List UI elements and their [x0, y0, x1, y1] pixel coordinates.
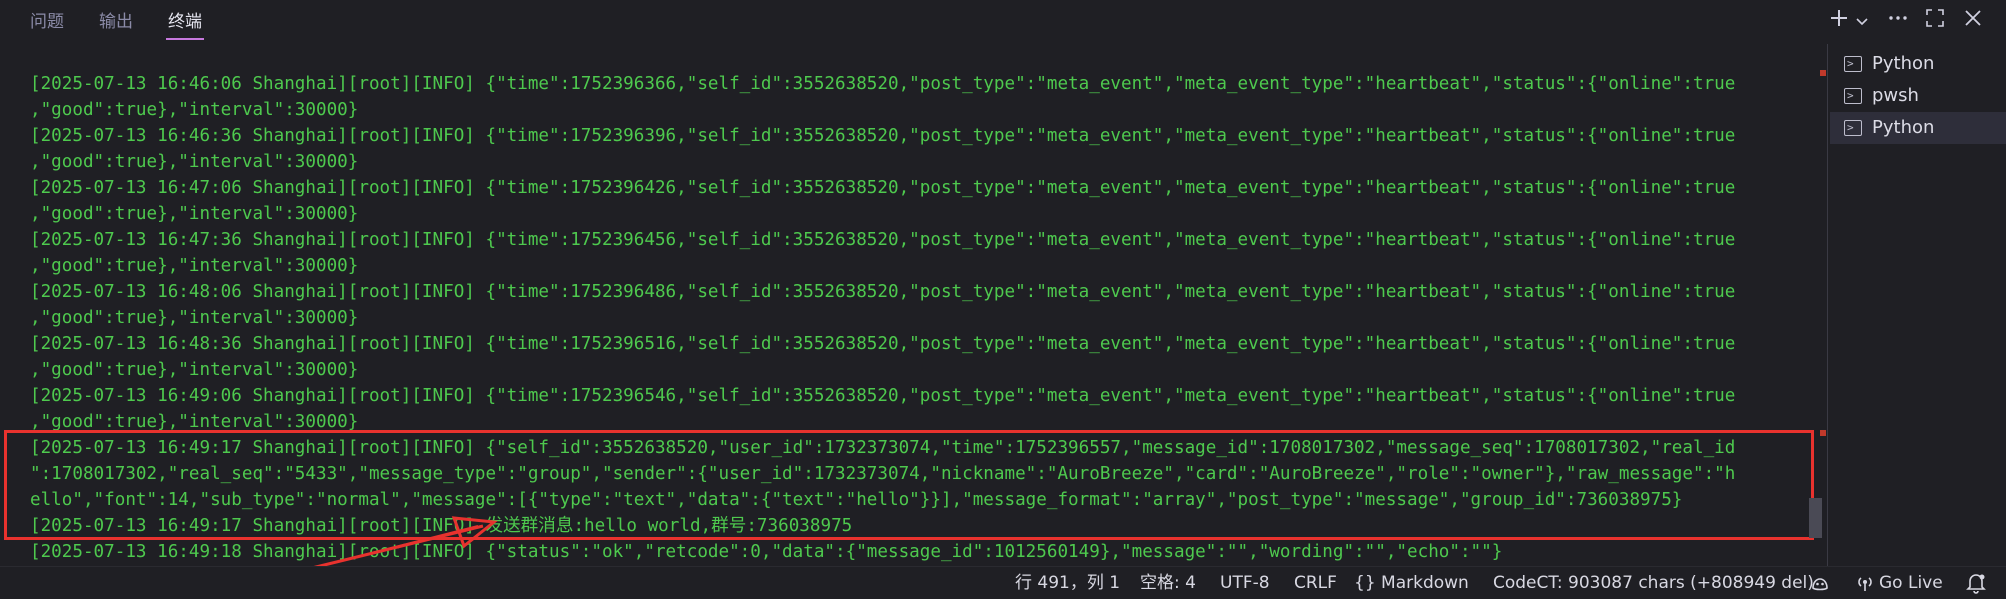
tab-problems[interactable]: 问题	[28, 9, 66, 35]
status-indentation[interactable]: 空格: 4	[1140, 567, 1196, 599]
status-bar: 行 491，列 1 空格: 4 UTF-8 CRLF {} Markdown C…	[0, 566, 2006, 599]
terminal-list-item-pwsh[interactable]: pwsh	[1830, 80, 2006, 112]
terminal-line: [2025-07-13 16:47:06 Shanghai][root][INF…	[30, 178, 1736, 198]
terminal-line: [2025-07-13 16:49:17 Shanghai][root][INF…	[30, 516, 853, 536]
copilot-icon[interactable]	[1809, 567, 1831, 599]
chevron-down-icon[interactable]	[1854, 7, 1870, 37]
terminal-line: ,"good":true},"interval":30000}	[30, 100, 359, 120]
panel-tabbar: 问题 输出 终端	[0, 0, 2006, 44]
terminal-line: ,"good":true},"interval":30000}	[30, 152, 359, 172]
terminal-list-label: Python	[1872, 117, 1935, 138]
tab-output[interactable]: 输出	[97, 9, 135, 35]
status-language[interactable]: {} Markdown	[1354, 567, 1469, 599]
scroll-marker	[1820, 430, 1826, 436]
terminal-line: ,"good":true},"interval":30000}	[30, 412, 359, 432]
broadcast-icon	[1858, 577, 1872, 591]
terminal-line: [2025-07-13 16:48:06 Shanghai][root][INF…	[30, 282, 1736, 302]
terminal-line: [2025-07-13 16:49:06 Shanghai][root][INF…	[30, 386, 1736, 406]
bell-icon[interactable]	[1966, 567, 1986, 599]
terminal-line: ,"good":true},"interval":30000}	[30, 360, 359, 380]
scrollbar-thumb[interactable]	[1809, 498, 1822, 538]
go-live-label: Go Live	[1879, 573, 1943, 593]
status-encoding[interactable]: UTF-8	[1220, 567, 1270, 599]
terminal-list-item-python-2[interactable]: Python	[1830, 112, 2006, 144]
terminal-line: [2025-07-13 16:49:18 Shanghai][root][INF…	[30, 542, 1503, 562]
terminal-line: [2025-07-13 16:46:06 Shanghai][root][INF…	[30, 74, 1736, 94]
terminal-list-label: pwsh	[1872, 85, 1919, 106]
terminal-line: [2025-07-13 16:49:17 Shanghai][root][INF…	[30, 438, 1736, 458]
terminal-icon	[1844, 112, 1862, 144]
scroll-marker	[1820, 70, 1826, 76]
more-icon[interactable]	[1884, 7, 1912, 37]
close-icon[interactable]	[1960, 7, 1986, 37]
status-cursor-position[interactable]: 行 491，列 1	[1015, 567, 1120, 599]
terminal-line: ,"good":true},"interval":30000}	[30, 204, 359, 224]
terminal-line: ello","font":14,"sub_type":"normal","mes…	[30, 490, 1683, 510]
terminal-line: ,"good":true},"interval":30000}	[30, 256, 359, 276]
plus-icon[interactable]	[1826, 7, 1852, 37]
terminal-icon	[1844, 80, 1862, 112]
terminal-list: Python pwsh Python	[1830, 48, 2006, 144]
terminal-icon	[1844, 48, 1862, 80]
terminal-line: ,"good":true},"interval":30000}	[30, 308, 359, 328]
terminal-output[interactable]: [2025-07-13 16:46:06 Shanghai][root][INF…	[0, 62, 1815, 566]
status-codect[interactable]: CodeCT: 903087 chars (+808949 del)	[1493, 567, 1814, 599]
maximize-icon[interactable]	[1922, 7, 1948, 37]
terminal-list-label: Python	[1872, 53, 1935, 74]
go-live-button[interactable]: Go Live	[1855, 567, 1943, 599]
terminal-list-item-python-1[interactable]: Python	[1830, 48, 2006, 80]
status-eol[interactable]: CRLF	[1294, 567, 1337, 599]
terminal-line: ":1708017302,"real_seq":"5433","message_…	[30, 464, 1736, 484]
tab-terminal[interactable]: 终端	[166, 9, 204, 40]
terminal-line: [2025-07-13 16:47:36 Shanghai][root][INF…	[30, 230, 1736, 250]
terminal-line: [2025-07-13 16:48:36 Shanghai][root][INF…	[30, 334, 1736, 354]
terminal-line: [2025-07-13 16:46:36 Shanghai][root][INF…	[30, 126, 1736, 146]
sidebar-divider	[1827, 44, 1828, 566]
terminal-scrollbar[interactable]	[1810, 44, 1824, 566]
